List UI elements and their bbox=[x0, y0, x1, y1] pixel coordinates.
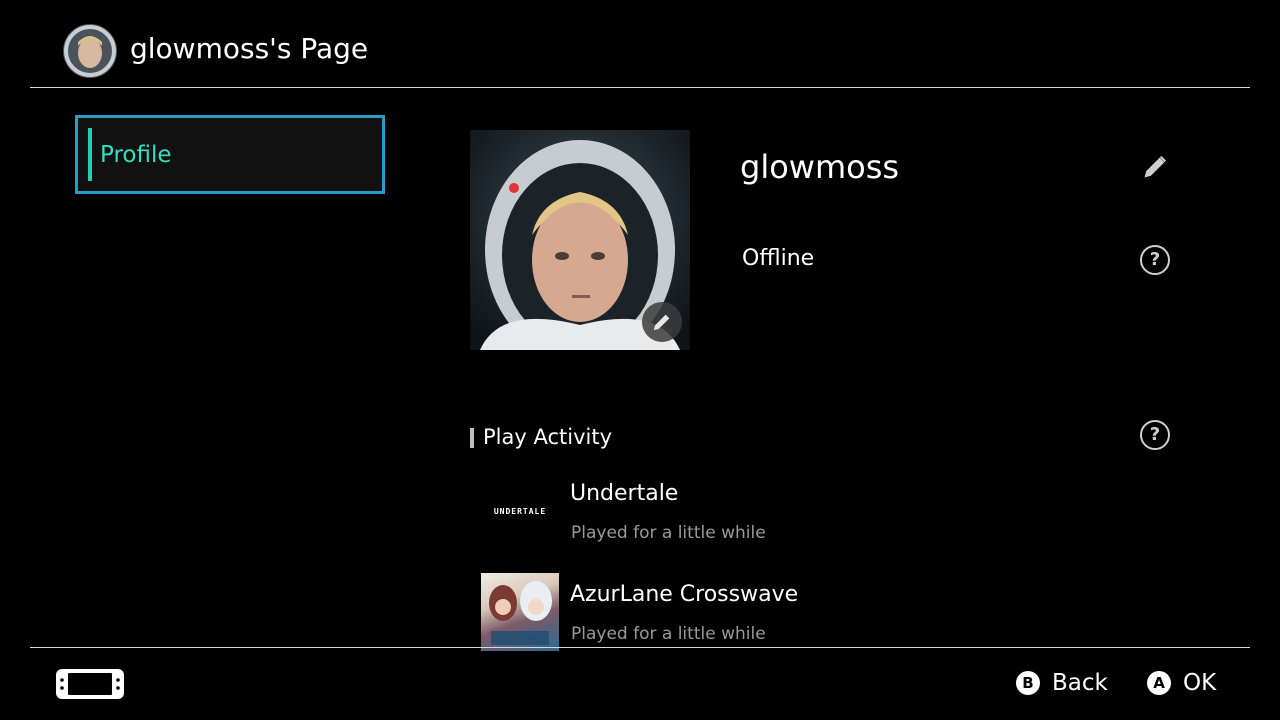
game-title: AzurLane Crosswave bbox=[570, 582, 799, 607]
online-status: Offline bbox=[742, 246, 815, 271]
user-avatar-icon bbox=[63, 24, 117, 78]
sidebar-item-label: Profile bbox=[100, 142, 172, 168]
header-avatar bbox=[63, 24, 117, 78]
avatar-edit-button[interactable] bbox=[642, 302, 682, 342]
username: glowmoss bbox=[740, 148, 900, 186]
footer-divider bbox=[30, 647, 1250, 648]
status-help-button[interactable]: ? bbox=[1139, 244, 1171, 276]
game-thumbnail-undertale[interactable]: UNDERTALE bbox=[481, 472, 559, 550]
selection-accent bbox=[88, 128, 92, 181]
header: glowmoss's Page bbox=[0, 0, 1280, 88]
activity-help-button[interactable]: ? bbox=[1139, 419, 1171, 451]
profile-avatar[interactable] bbox=[470, 130, 690, 350]
user-page: glowmoss's Page Profile glowmoss Offline… bbox=[0, 0, 1280, 720]
b-button-icon: B bbox=[1016, 671, 1040, 695]
a-button-icon: A bbox=[1147, 671, 1171, 695]
back-label: Back bbox=[1052, 670, 1108, 696]
game-cover-art bbox=[489, 581, 552, 645]
ok-button[interactable]: A OK bbox=[1147, 670, 1216, 696]
back-button[interactable]: B Back bbox=[1016, 670, 1108, 696]
ok-label: OK bbox=[1183, 670, 1217, 696]
console-handheld-icon bbox=[55, 668, 125, 700]
question-circle-icon: ? bbox=[1140, 420, 1170, 450]
pencil-icon bbox=[653, 314, 670, 331]
section-marker bbox=[470, 428, 474, 448]
game-play-time: Played for a little while bbox=[571, 624, 766, 644]
header-divider bbox=[30, 87, 1250, 88]
game-play-time: Played for a little while bbox=[571, 523, 766, 543]
page-title: glowmoss's Page bbox=[130, 32, 369, 65]
game-thumbnail-azurlane[interactable] bbox=[481, 573, 559, 651]
game-title: Undertale bbox=[570, 481, 679, 506]
thumbnail-logo-text: UNDERTALE bbox=[493, 506, 547, 516]
play-activity-heading: Play Activity bbox=[483, 425, 613, 449]
pencil-icon bbox=[1144, 155, 1167, 178]
question-circle-icon: ? bbox=[1140, 245, 1170, 275]
edit-username-button[interactable] bbox=[1139, 151, 1171, 183]
sidebar-item-profile[interactable]: Profile bbox=[75, 115, 385, 194]
